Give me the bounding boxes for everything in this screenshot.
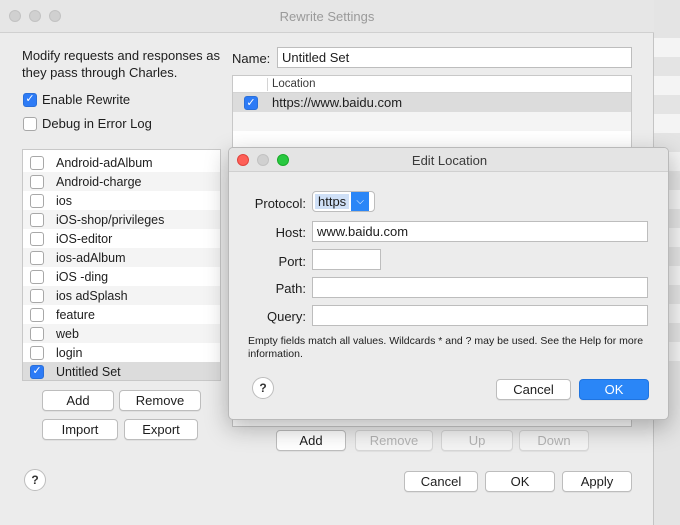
dialog-ok-button[interactable]: OK (579, 379, 649, 400)
port-input[interactable] (312, 249, 381, 270)
export-button[interactable]: Export (124, 419, 198, 440)
path-label: Path: (275, 281, 306, 296)
location-value: https://www.baidu.com (272, 95, 403, 110)
down-button[interactable]: Down (519, 430, 589, 451)
path-input[interactable] (312, 277, 648, 298)
set-checkbox[interactable] (30, 193, 44, 208)
up-button[interactable]: Up (441, 430, 513, 451)
remove-set-button[interactable]: Remove (119, 390, 201, 411)
list-item[interactable]: iOS -ding (23, 267, 220, 286)
debug-error-log-label: Debug in Error Log (42, 116, 152, 131)
title-bar: Rewrite Settings (0, 0, 654, 33)
set-checkbox[interactable] (30, 345, 44, 360)
location-column-header[interactable]: Location (272, 78, 315, 90)
set-checkbox[interactable] (30, 155, 44, 170)
set-checkbox[interactable] (30, 326, 44, 341)
name-input[interactable]: Untitled Set (277, 47, 632, 68)
add-set-button[interactable]: Add (42, 390, 114, 411)
list-item[interactable]: ios-adAlbum (23, 248, 220, 267)
debug-error-log-checkbox[interactable]: Debug in Error Log (23, 116, 152, 131)
query-label: Query: (266, 309, 306, 324)
description-text: Modify requests and responses as they pa… (22, 48, 220, 80)
list-item[interactable]: feature (23, 305, 220, 324)
add-rule-button[interactable]: Add (276, 430, 346, 451)
protocol-value: https (315, 194, 350, 209)
dialog-cancel-button[interactable]: Cancel (496, 379, 571, 400)
remove-rule-button[interactable]: Remove (355, 430, 433, 451)
chevron-down-icon: ⌵ (351, 192, 370, 211)
set-checkbox[interactable] (30, 269, 44, 284)
ok-button[interactable]: OK (485, 471, 555, 492)
apply-button[interactable]: Apply (562, 471, 632, 492)
dialog-title: Edit Location (411, 153, 488, 168)
help-button[interactable]: ? (24, 469, 46, 491)
host-label: Host: (275, 225, 306, 240)
cancel-button[interactable]: Cancel (404, 471, 478, 492)
enable-rewrite-label: Enable Rewrite (42, 92, 131, 107)
rewrite-sets-list[interactable]: Android-adAlbum Android-charge ios iOS-s… (22, 149, 221, 381)
list-item[interactable]: iOS-shop/privileges (23, 210, 220, 229)
query-input[interactable] (312, 305, 648, 326)
edit-location-dialog: Edit Location Protocol: https ⌵ Host: ww… (228, 147, 669, 420)
hint-text: Empty fields match all values. Wildcards… (248, 335, 644, 360)
set-checkbox[interactable] (30, 250, 44, 265)
dialog-help-button[interactable]: ? (252, 377, 274, 399)
list-item[interactable]: ios adSplash (23, 286, 220, 305)
port-label: Port: (278, 254, 306, 269)
table-header: Location (233, 76, 631, 93)
set-checkbox[interactable] (30, 174, 44, 189)
list-item[interactable]: ios (23, 191, 220, 210)
name-label: Name: (232, 51, 271, 66)
set-checkbox[interactable] (30, 212, 44, 227)
checkmark-icon[interactable]: ✓ (244, 96, 258, 110)
set-checkbox[interactable] (30, 307, 44, 322)
protocol-select[interactable]: https ⌵ (312, 191, 375, 212)
list-item[interactable]: Android-adAlbum (23, 153, 220, 172)
list-item[interactable]: Android-charge (23, 172, 220, 191)
dialog-title-bar: Edit Location (229, 148, 668, 172)
set-checkbox[interactable] (30, 288, 44, 303)
list-item[interactable]: iOS-editor (23, 229, 220, 248)
list-item[interactable]: login (23, 343, 220, 362)
list-item-selected[interactable]: ✓ Untitled Set (23, 362, 220, 380)
list-item[interactable]: web (23, 324, 220, 343)
window-title: Rewrite Settings (279, 9, 375, 24)
import-button[interactable]: Import (42, 419, 118, 440)
checkmark-icon[interactable]: ✓ (30, 364, 44, 379)
table-row[interactable]: ✓ https://www.baidu.com (233, 93, 631, 112)
enable-rewrite-checkbox[interactable]: ✓ Enable Rewrite (23, 92, 130, 107)
host-input[interactable]: www.baidu.com (312, 221, 648, 242)
protocol-label: Protocol: (254, 196, 306, 211)
set-checkbox[interactable] (30, 231, 44, 246)
checkmark-icon: ✓ (23, 92, 37, 107)
